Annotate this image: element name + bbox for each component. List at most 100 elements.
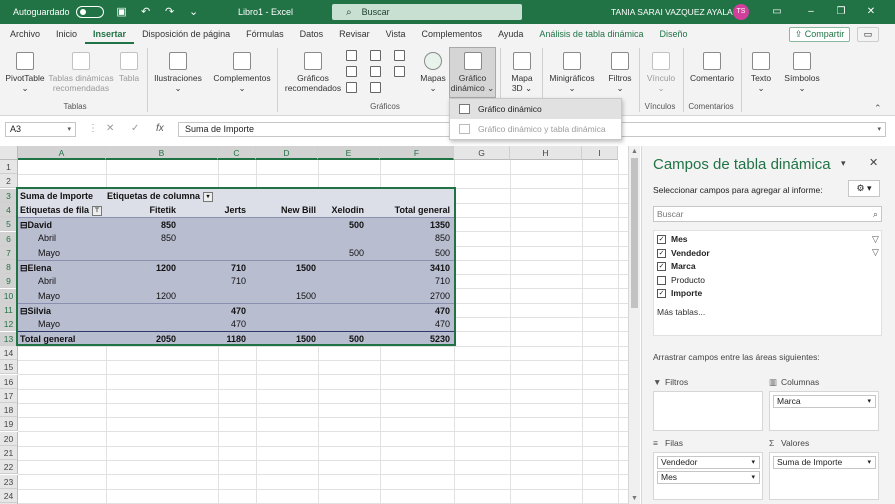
cancel-icon[interactable]: ✕ [106,123,114,134]
pivot-cell[interactable]: 500 [318,246,364,260]
row-header-4[interactable]: 4 [0,202,18,217]
tab-insertar[interactable]: Insertar [85,24,135,44]
field-chip-mes[interactable]: Mes ▾ [657,471,760,484]
symbols-button[interactable]: Símbolos ⌄ [782,52,822,93]
pivot-cell[interactable]: 1180 [178,332,246,346]
field-checkbox[interactable]: ✓ [657,262,666,271]
column-header-c[interactable]: C [218,146,256,160]
pivot-cell[interactable]: 710 [178,274,246,288]
select-all-corner[interactable] [0,146,18,160]
pivot-cell[interactable]: 2050 [106,332,176,346]
field-item-importe[interactable]: ✓ Importe [657,287,702,300]
row-header-12[interactable]: 12 [0,317,18,332]
avatar[interactable]: TS [733,4,749,20]
close-panel-icon[interactable]: ✕ [869,156,878,169]
tab-complementos[interactable]: Complementos [414,24,491,44]
pivottable-button[interactable]: PivotTable ⌄ [4,52,46,93]
comments-button[interactable]: ▭ [857,27,879,42]
filter-funnel-icon[interactable]: ▽ [872,234,879,245]
menu-item-grafico-y-tabla[interactable]: Gráfico dinámico y tabla dinámica [450,119,621,139]
layout-settings-button[interactable]: ⚙ ▾ [848,180,880,197]
pie-chart-icon[interactable] [346,82,357,93]
pivot-cell[interactable] [318,317,364,331]
rows-drop-zone[interactable]: Vendedor ▾ Mes ▾ [653,452,763,500]
worksheet-grid[interactable]: ABCDEFGHI 1 2 3 4 5 6 7 8 9 10 11 12 13 14 15 16 17 18 19 2… [0,146,628,504]
pivot-cell[interactable] [248,246,316,260]
row-header-23[interactable]: 23 [0,474,18,489]
pivot-cell[interactable]: 500 [368,246,450,260]
row-header-21[interactable]: 21 [0,446,18,460]
autosave-toggle[interactable] [75,6,104,18]
statistic-chart-icon[interactable] [370,66,381,77]
chevron-down-icon[interactable]: ▾ [867,457,871,468]
pivot-table[interactable]: Suma de Importe Etiquetas de columna ▾ Et… [16,187,456,346]
column-header-a[interactable]: A [18,146,106,160]
rows-area[interactable]: ≡ Filas Vendedor ▾ Mes ▾ [653,436,763,500]
filters-drop-zone[interactable] [653,391,763,431]
pivot-cell[interactable]: 2700 [368,289,450,303]
pivot-cell[interactable]: 470 [178,304,246,318]
line-chart-icon[interactable] [346,66,357,77]
pivot-cell[interactable] [248,274,316,288]
row-header-10[interactable]: 10 [0,288,18,303]
collapse-icon[interactable]: ⊟ [20,220,28,230]
maps-button[interactable]: Mapas ⌄ [418,52,448,93]
insert-function-icon[interactable]: fx [156,123,164,134]
row-header-17[interactable]: 17 [0,388,18,403]
combo-chart-icon[interactable] [394,66,405,77]
sparklines-button[interactable]: Minigráficos ⌄ [546,52,598,93]
panel-options-icon[interactable]: ▾ [841,158,846,169]
tab-archivo[interactable]: Archivo [0,24,48,44]
row-header-2[interactable]: 2 [0,174,18,189]
filters-button[interactable]: Filtros ⌄ [604,52,636,93]
table-row[interactable]: Abril 710 710 [18,274,454,288]
table-row[interactable]: Abril 850 850 [18,231,454,245]
collapse-icon[interactable]: ⊟ [20,263,28,273]
field-checkbox[interactable]: ✓ [657,235,666,244]
customize-toolbar-icon[interactable]: ⌄ [188,6,200,18]
scroll-thumb[interactable] [631,158,638,308]
pivot-cell[interactable] [106,317,176,331]
minimize-icon[interactable]: – [804,5,818,19]
ribbon-display-icon[interactable]: ▭ [770,5,784,19]
filters-area[interactable]: ▼ Filtros [653,375,763,431]
chevron-down-icon[interactable]: ▾ [751,457,755,468]
filter-active-icon[interactable]: ⊤ [92,205,103,216]
scroll-up-icon[interactable]: ▲ [631,148,638,155]
row-header-15[interactable]: 15 [0,360,18,375]
pivot-cell[interactable]: 500 [318,332,364,346]
pivot-cell[interactable] [318,231,364,245]
table-row[interactable]: ⊟Elena 1200 710 1500 3410 [18,259,454,274]
column-header-g[interactable]: G [454,146,510,160]
collapse-icon[interactable]: ⊟ [20,306,28,316]
column-header-f[interactable]: F [380,146,454,160]
pivot-cell[interactable] [106,304,176,318]
scatter-chart-icon[interactable] [370,82,381,93]
pivot-cell[interactable] [318,289,364,303]
restore-icon[interactable]: ❐ [834,5,848,19]
filter-funnel-icon[interactable]: ▽ [872,247,879,258]
comment-button[interactable]: Comentario [688,52,736,83]
field-item-producto[interactable]: Producto [657,274,705,287]
pivot-cell[interactable]: 850 [106,218,176,232]
pivot-cell[interactable] [178,231,246,245]
field-item-marca[interactable]: ✓ Marca [657,260,696,273]
undo-icon[interactable]: ↶ [140,6,152,18]
save-icon[interactable]: ▣ [116,6,128,18]
field-item-mes[interactable]: ✓ Mes [657,233,688,246]
pivot-cell[interactable] [318,304,364,318]
row-header-1[interactable]: 1 [0,160,18,174]
pivot-cell[interactable]: 850 [368,231,450,245]
field-checkbox[interactable]: ✓ [657,248,666,258]
waterfall-chart-icon[interactable] [394,50,405,61]
scroll-down-icon[interactable]: ▼ [631,495,638,502]
row-header-20[interactable]: 20 [0,431,18,446]
field-item-vendedor[interactable]: ✓ Vendedor [657,247,710,260]
table-row[interactable]: ⊟David 850 500 1350 [18,217,454,231]
recommended-pivottables-button[interactable]: Tablas dinámicas recomendadas [48,52,114,93]
pivot-cell[interactable] [178,289,246,303]
pivot-cell[interactable] [248,317,316,331]
row-header-19[interactable]: 19 [0,417,18,432]
column-header-d[interactable]: D [256,146,318,160]
map3d-button[interactable]: Mapa 3D ⌄ [505,52,539,93]
